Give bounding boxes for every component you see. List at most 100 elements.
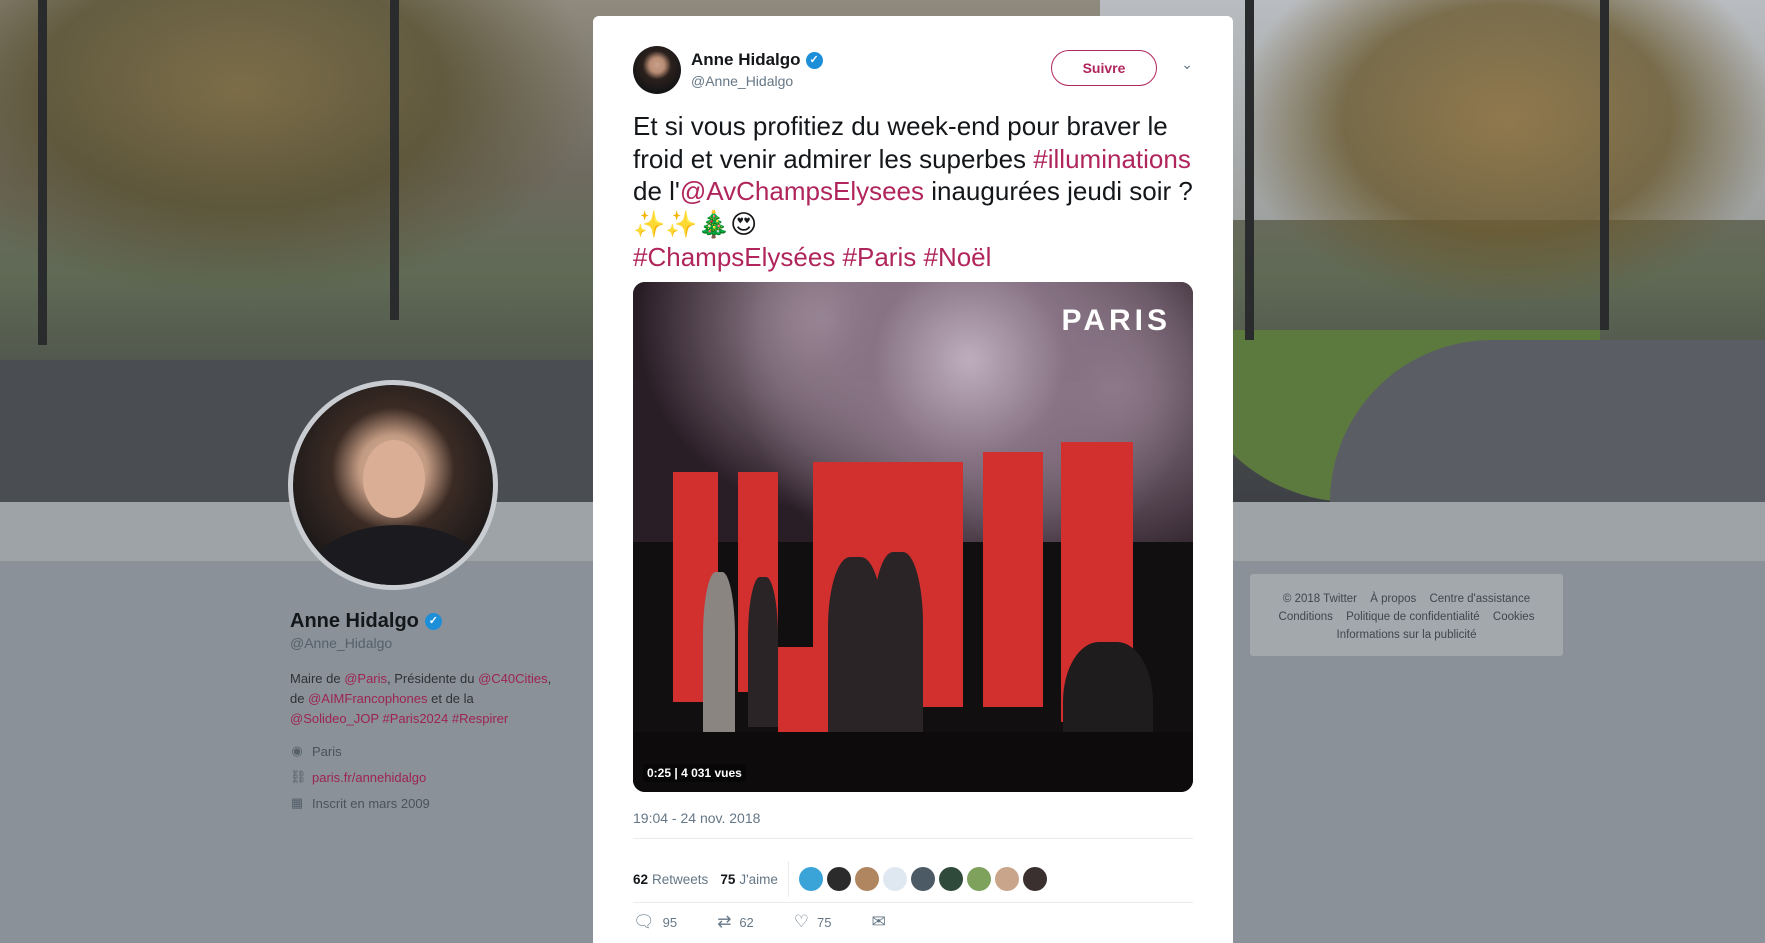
liker-avatar[interactable] bbox=[1022, 867, 1047, 891]
bio-hashtag[interactable]: #Respirer bbox=[452, 711, 508, 726]
video-floor bbox=[633, 732, 1193, 792]
video-time: 0:25 bbox=[647, 766, 672, 780]
tweet-video[interactable]: PARIS 0:25 | 4 031 vues bbox=[633, 282, 1193, 792]
link-icon: ⛓ bbox=[290, 769, 307, 784]
emoji-text: ✨✨🎄😍 bbox=[633, 209, 758, 240]
profile-avatar[interactable] bbox=[288, 380, 498, 590]
footer-link[interactable]: À propos bbox=[1370, 593, 1416, 605]
liker-avatar[interactable] bbox=[966, 867, 991, 891]
reply-count: 95 bbox=[662, 914, 678, 930]
website-link[interactable]: paris.fr/annehidalgo bbox=[312, 770, 426, 785]
bio-text: , bbox=[547, 671, 552, 686]
bio-link[interactable]: @C40Cities bbox=[478, 671, 548, 686]
location-text: Paris bbox=[312, 743, 342, 759]
joined-text: Inscrit en mars 2009 bbox=[312, 795, 430, 811]
footer-link[interactable]: Cookies bbox=[1493, 611, 1535, 623]
video-person bbox=[873, 552, 923, 732]
liker-avatar[interactable] bbox=[994, 867, 1019, 891]
profile-handle[interactable]: @Anne_Hidalgo bbox=[290, 635, 600, 651]
banner-trees-left bbox=[0, 0, 600, 300]
footer-link[interactable]: Politique de confidentialité bbox=[1346, 611, 1480, 623]
like-count: 75 bbox=[817, 914, 832, 930]
retweet-count: 62 bbox=[739, 914, 754, 930]
video-red-panel bbox=[983, 452, 1043, 707]
stats-separator bbox=[787, 861, 789, 897]
banner-pole bbox=[1245, 0, 1254, 340]
liker-avatar[interactable] bbox=[826, 867, 851, 891]
footer-link[interactable]: Centre d'assistance bbox=[1429, 593, 1530, 605]
profile-joined: ▦ Inscrit en mars 2009 bbox=[290, 795, 600, 811]
avatar-body bbox=[313, 525, 483, 585]
hashtag-link[interactable]: #Noël bbox=[923, 242, 991, 272]
banner-pole bbox=[38, 0, 47, 345]
verified-icon: ✓ bbox=[424, 613, 442, 630]
bio-link[interactable]: @Solideo_JOP bbox=[290, 711, 379, 726]
follow-button[interactable]: Suivre bbox=[1051, 50, 1157, 86]
tweet-author-handle[interactable]: @Anne_Hidalgo bbox=[691, 73, 793, 89]
profile-website: ⛓ paris.fr/annehidalgo bbox=[290, 769, 600, 785]
profile-bio: Maire de @Paris, Présidente du @C40Citie… bbox=[290, 669, 600, 729]
video-person bbox=[748, 577, 778, 727]
likes-count: 75 bbox=[720, 871, 736, 887]
calendar-icon: ▦ bbox=[290, 795, 304, 810]
liker-avatar[interactable] bbox=[938, 867, 963, 891]
hashtag-link[interactable]: #ChampsElysées bbox=[633, 242, 835, 272]
banner-pole bbox=[1600, 0, 1609, 330]
bio-link[interactable]: @Paris bbox=[344, 671, 387, 686]
footer-link[interactable]: Conditions bbox=[1279, 611, 1333, 623]
avatar-face bbox=[363, 440, 425, 518]
tweet-avatar[interactable] bbox=[633, 46, 681, 94]
heart-icon: ♡ bbox=[793, 912, 810, 932]
liker-avatar[interactable] bbox=[910, 867, 935, 891]
footer-row: Conditions Politique de confidentialité … bbox=[1250, 608, 1563, 626]
divider bbox=[633, 902, 1193, 903]
tweet-actions: 🗨 95 ⇄ 62 ♡ 75 ✉ bbox=[633, 912, 926, 932]
tweet-author-name[interactable]: Anne Hidalgo bbox=[691, 50, 801, 70]
tweet-text: Et si vous profitiez du week-end pour br… bbox=[633, 110, 1193, 274]
retweets-label: Retweets bbox=[652, 871, 709, 887]
bio-text: de bbox=[290, 691, 309, 706]
hashtag-link[interactable]: #illuminations bbox=[1033, 144, 1191, 174]
reply-icon: 🗨 bbox=[633, 912, 655, 932]
liker-avatar[interactable] bbox=[854, 867, 879, 891]
divider bbox=[633, 838, 1193, 839]
bio-link[interactable]: @AIMFrancophones bbox=[308, 691, 427, 706]
likes-label: J'aime bbox=[739, 871, 778, 887]
bio-text: et de la bbox=[427, 691, 474, 706]
footer-link[interactable]: © 2018 Twitter bbox=[1283, 593, 1357, 605]
tweet-modal: Anne Hidalgo ✓ @Anne_Hidalgo Suivre ⌄ Et… bbox=[593, 16, 1233, 943]
retweet-action[interactable]: ⇄ 62 bbox=[717, 912, 754, 932]
tweet-text-part: inaugurées jeudi soir ? bbox=[924, 176, 1193, 206]
message-action[interactable]: ✉ bbox=[872, 912, 886, 932]
likers-avatars bbox=[798, 867, 1047, 891]
mention-link[interactable]: @AvChampsElysees bbox=[680, 176, 924, 206]
video-person bbox=[703, 572, 735, 732]
tweet-timestamp[interactable]: 19:04 - 24 nov. 2018 bbox=[633, 810, 760, 826]
retweets-stat[interactable]: 62 Retweets bbox=[633, 872, 708, 887]
retweets-count: 62 bbox=[633, 871, 649, 887]
chevron-down-icon[interactable]: ⌄ bbox=[1181, 56, 1193, 73]
video-info: 0:25 | 4 031 vues bbox=[643, 764, 746, 782]
video-red-podium bbox=[778, 647, 833, 737]
hashtag-link[interactable]: #Paris bbox=[843, 242, 917, 272]
footer-link[interactable]: Informations sur la publicité bbox=[1337, 629, 1477, 641]
verified-icon: ✓ bbox=[805, 51, 823, 69]
bio-text: Maire de bbox=[290, 671, 345, 686]
footer-row: © 2018 Twitter À propos Centre d'assista… bbox=[1250, 590, 1563, 608]
video-views: 4 031 vues bbox=[681, 766, 742, 780]
footer-row: Informations sur la publicité bbox=[1250, 626, 1563, 644]
retweet-icon: ⇄ bbox=[717, 912, 732, 932]
likes-stat[interactable]: 75 J'aime bbox=[720, 872, 778, 887]
tweet-author-row: Anne Hidalgo ✓ bbox=[691, 50, 823, 70]
reply-action[interactable]: 🗨 95 bbox=[633, 912, 677, 932]
profile-location: ◉ Paris bbox=[290, 743, 600, 759]
tweet-header: Anne Hidalgo ✓ @Anne_Hidalgo Suivre ⌄ bbox=[633, 46, 1197, 96]
profile-name-row: Anne Hidalgo ✓ bbox=[290, 610, 600, 633]
tweet-text-part: de l' bbox=[633, 176, 680, 206]
liker-avatar[interactable] bbox=[882, 867, 907, 891]
like-action[interactable]: ♡ 75 bbox=[794, 912, 832, 932]
profile-name[interactable]: Anne Hidalgo bbox=[290, 610, 419, 633]
liker-avatar[interactable] bbox=[798, 867, 823, 891]
banner-pole bbox=[390, 0, 399, 320]
bio-hashtag[interactable]: #Paris2024 bbox=[382, 711, 448, 726]
